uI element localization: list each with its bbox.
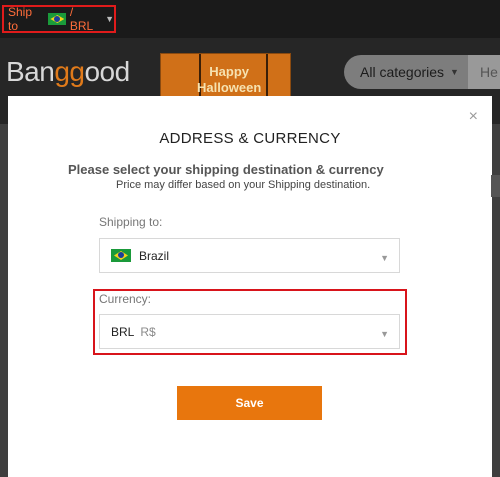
caret-down-icon: ▼	[450, 67, 459, 77]
country-value: Brazil	[139, 248, 170, 263]
currency-code: BRL	[111, 324, 135, 339]
brazil-flag-icon	[111, 249, 131, 262]
logo-suffix: ood	[84, 56, 130, 87]
modal-note: Price may differ based on your Shipping …	[116, 179, 371, 191]
chevron-down-icon: ▼	[380, 329, 389, 339]
logo-gg: gg	[54, 56, 85, 87]
top-bar: Ship to / BRL ▼	[0, 0, 500, 38]
address-currency-modal: × ADDRESS & CURRENCY Please select your …	[8, 96, 492, 477]
close-icon[interactable]: ×	[469, 108, 478, 126]
search-peek-text: He	[480, 64, 498, 80]
categories-dropdown[interactable]: All categories ▼	[344, 55, 468, 89]
banner-text-line1: Happy	[209, 64, 250, 79]
chevron-down-icon: ▼	[380, 253, 389, 263]
categories-label: All categories	[360, 64, 445, 80]
search-input[interactable]: He	[468, 55, 500, 89]
currency-label: Currency:	[99, 292, 152, 306]
ship-to-label: Ship to	[8, 5, 33, 33]
banner-text: Happy Halloween	[197, 64, 261, 96]
save-button[interactable]: Save	[177, 386, 322, 420]
brazil-flag-icon	[48, 13, 66, 25]
country-select[interactable]: Brazil ▼	[99, 238, 400, 273]
currency-select[interactable]: BRL R$ ▼	[99, 314, 400, 349]
site-logo[interactable]: Banggood	[6, 56, 130, 88]
shipping-label: Shipping to:	[99, 215, 163, 229]
currency-symbol: R$	[140, 324, 156, 339]
modal-subtitle: Please select your shipping destination …	[68, 162, 384, 177]
side-scroll-handle[interactable]	[491, 175, 500, 197]
ship-to-currency: / BRL	[69, 5, 94, 33]
logo-prefix: Ban	[6, 56, 55, 87]
banner-text-line2: Halloween	[197, 80, 262, 95]
modal-title: ADDRESS & CURRENCY	[159, 130, 341, 147]
ship-to-selector[interactable]: Ship to / BRL ▼	[2, 5, 116, 33]
caret-down-icon: ▼	[105, 14, 114, 24]
